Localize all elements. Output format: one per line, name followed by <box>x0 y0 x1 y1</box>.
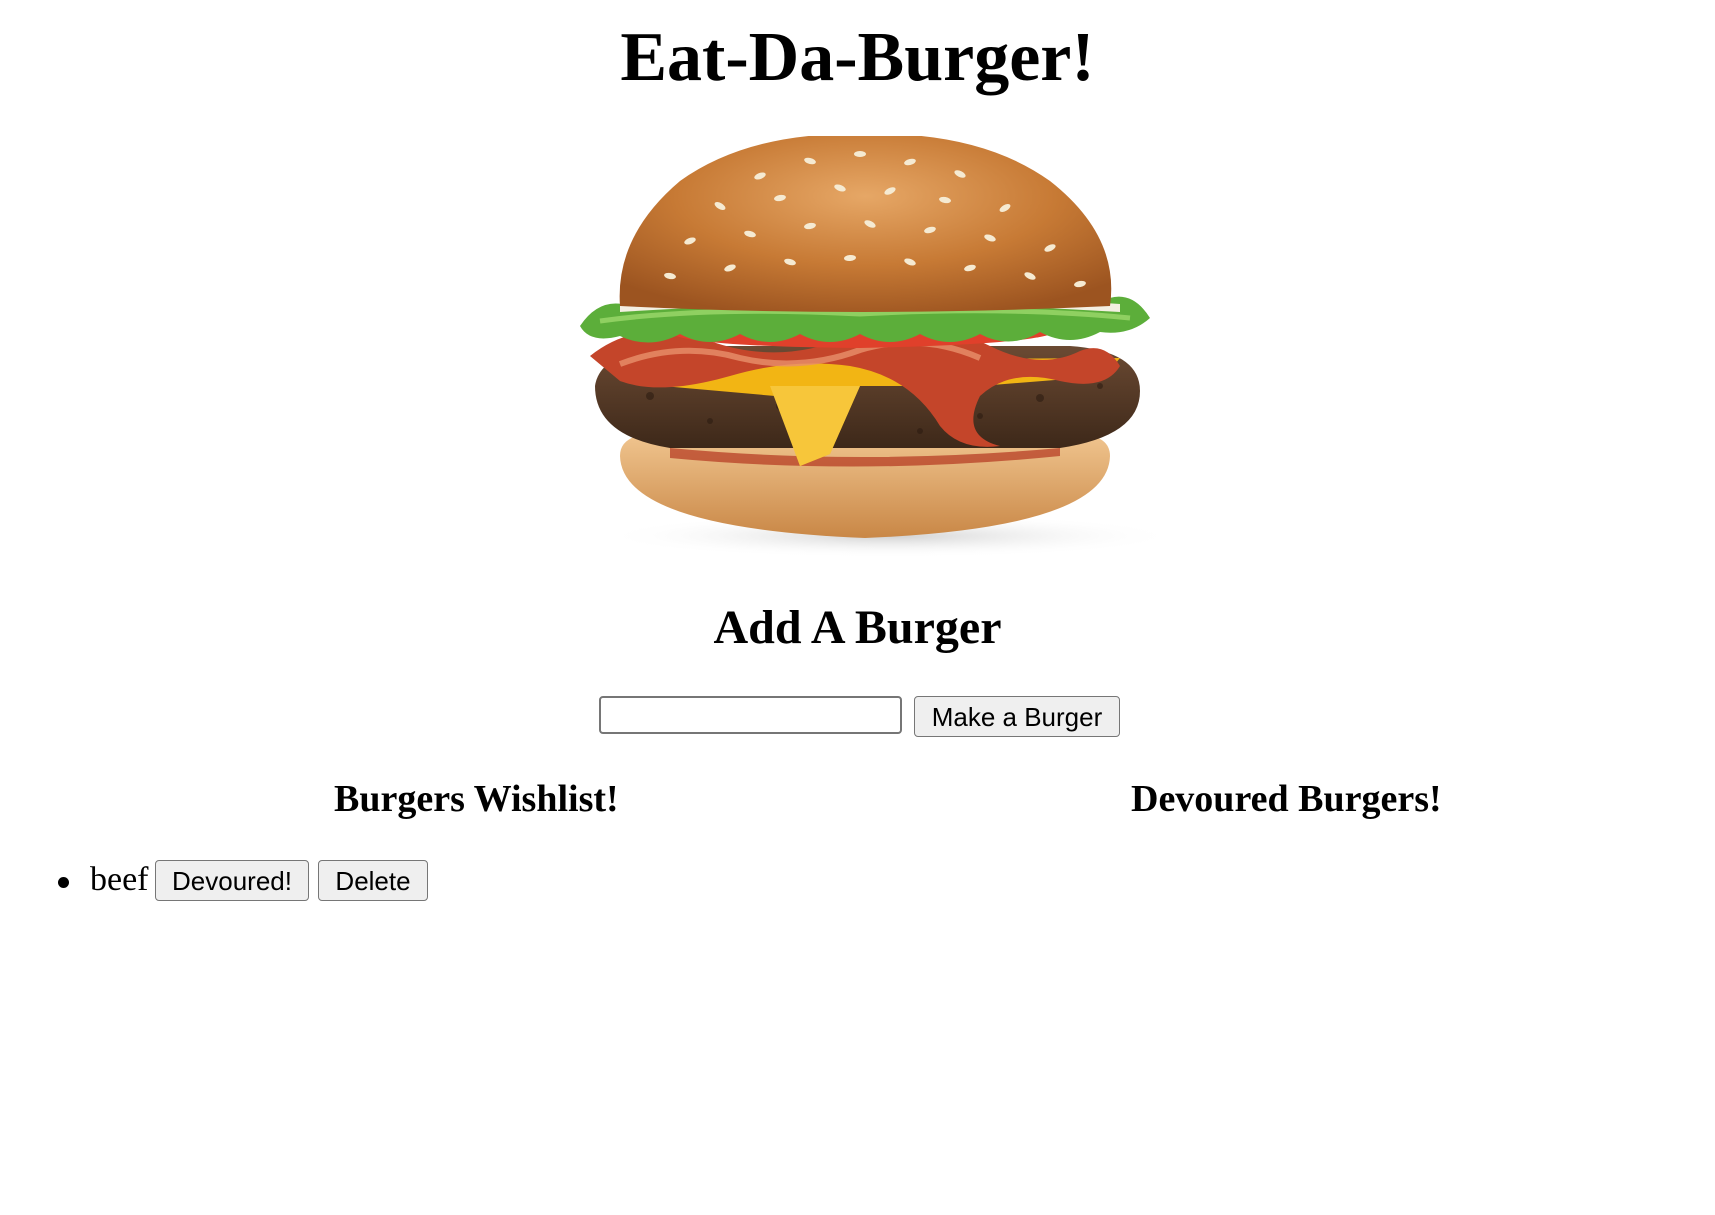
devoured-button[interactable]: Devoured! <box>155 860 309 901</box>
add-burger-heading: Add A Burger <box>713 601 1002 654</box>
burger-name: beef <box>90 861 149 898</box>
devoured-heading: Devoured Burgers! <box>1131 778 1442 820</box>
burger-name-input[interactable] <box>599 696 902 734</box>
burger-image <box>560 136 1170 556</box>
delete-button[interactable]: Delete <box>318 860 428 901</box>
make-burger-button[interactable]: Make a Burger <box>914 696 1120 737</box>
page-title: Eat-Da-Burger! <box>620 19 1095 96</box>
bullet-icon <box>58 877 69 888</box>
wishlist-heading: Burgers Wishlist! <box>334 778 619 820</box>
